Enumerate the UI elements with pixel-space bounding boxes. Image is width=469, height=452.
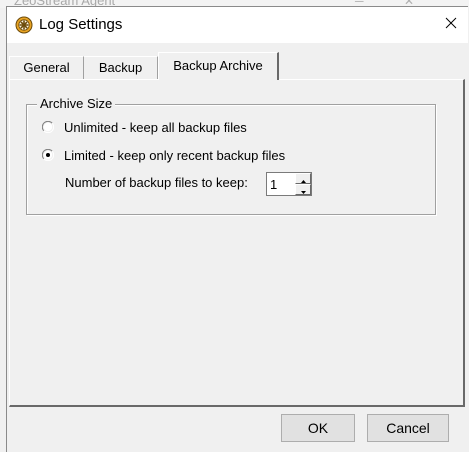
backup-count-stepper[interactable] bbox=[266, 172, 312, 196]
radio-unlimited-label: Unlimited - keep all backup files bbox=[64, 119, 247, 135]
log-settings-dialog: Log Settings General Backup Backup Archi… bbox=[6, 6, 468, 452]
caret-down-icon bbox=[300, 181, 306, 199]
backup-count-input[interactable] bbox=[267, 173, 294, 195]
archive-size-group-label: Archive Size bbox=[37, 96, 116, 111]
close-button[interactable] bbox=[434, 7, 468, 43]
tab-backup[interactable]: Backup bbox=[84, 56, 158, 79]
backup-count-label: Number of backup files to keep: bbox=[65, 175, 248, 190]
gear-icon bbox=[15, 16, 33, 34]
radio-unlimited[interactable]: Unlimited - keep all backup files bbox=[41, 119, 247, 135]
stepper-down-button[interactable] bbox=[295, 184, 311, 195]
tab-backup-archive[interactable]: Backup Archive bbox=[158, 52, 279, 80]
radio-limited-circle[interactable] bbox=[41, 148, 55, 162]
close-icon bbox=[445, 16, 457, 34]
screen: ZeoStream Agent ─ ✕ Log Settings General… bbox=[0, 0, 469, 452]
radio-unlimited-circle[interactable] bbox=[41, 120, 55, 134]
tab-general[interactable]: General bbox=[9, 56, 84, 79]
ok-button[interactable]: OK bbox=[281, 414, 355, 442]
radio-limited-label: Limited - keep only recent backup files bbox=[64, 147, 286, 163]
dialog-title: Log Settings bbox=[39, 16, 123, 33]
cancel-button[interactable]: Cancel bbox=[367, 414, 449, 442]
radio-limited[interactable]: Limited - keep only recent backup files bbox=[41, 147, 286, 163]
title-bar[interactable]: Log Settings bbox=[7, 7, 468, 43]
